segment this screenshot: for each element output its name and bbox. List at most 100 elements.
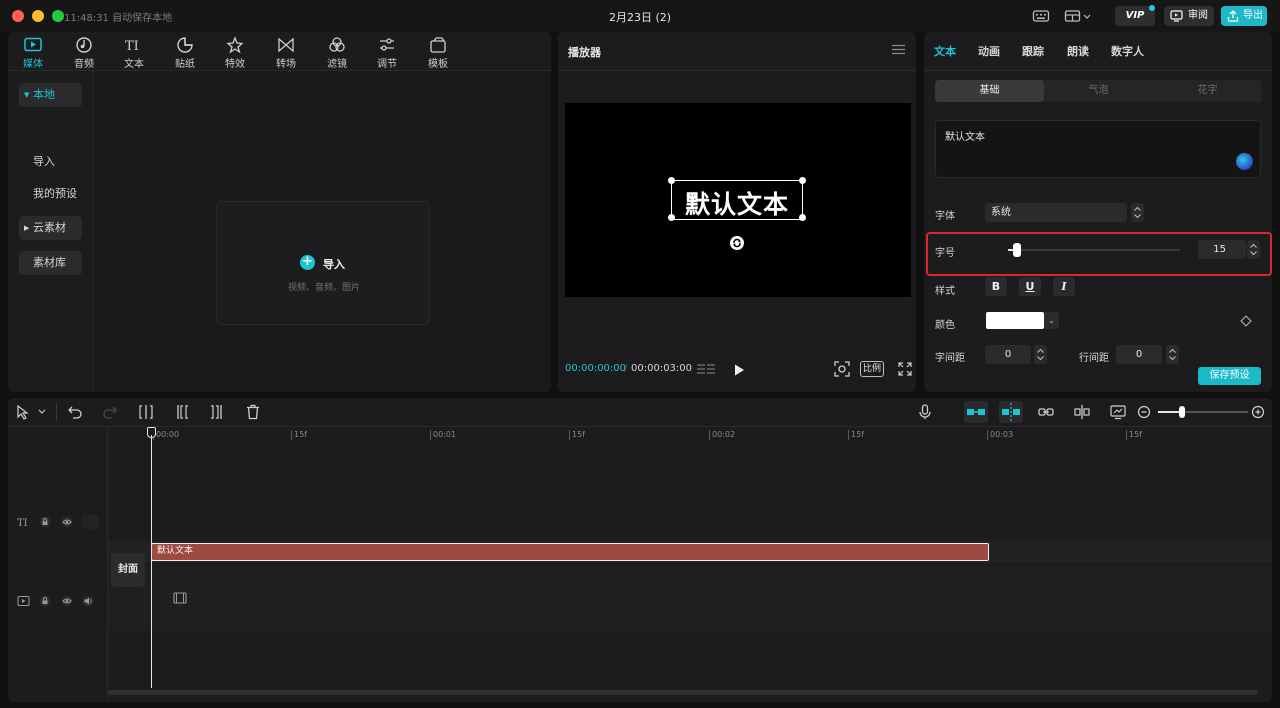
fit-timeline-icon[interactable] — [1110, 404, 1126, 420]
play-button[interactable] — [733, 363, 745, 380]
segment-bubble[interactable]: 气泡 — [1044, 80, 1153, 102]
time-separator: / — [624, 363, 628, 374]
tab-text[interactable]: TI 文本 — [112, 35, 156, 70]
zoom-in-icon[interactable] — [1250, 404, 1266, 420]
timeline-tracks: 00:00 15f 00:01 15f 00:02 15f 00:03 15f … — [108, 427, 1272, 702]
media-icon — [24, 37, 42, 52]
undo-icon[interactable] — [67, 404, 83, 420]
bold-button[interactable]: B — [985, 277, 1007, 296]
lock-icon[interactable] — [39, 516, 51, 531]
redo-icon[interactable] — [102, 404, 118, 420]
text-content-input[interactable]: 默认文本 — [935, 120, 1261, 178]
template-icon — [430, 37, 446, 53]
cover-button[interactable]: 封面 — [111, 553, 145, 587]
preview-axis-icon[interactable] — [1074, 404, 1090, 420]
tab-tracking[interactable]: 跟踪 — [1022, 43, 1044, 59]
sidebar-item-my-presets[interactable]: 我的预设 — [19, 182, 82, 206]
tab-animation[interactable]: 动画 — [978, 43, 1000, 59]
tab-transition-label: 转场 — [276, 59, 296, 70]
line-spacing-stepper-icon[interactable] — [1166, 345, 1179, 364]
close-window-button[interactable] — [12, 10, 24, 22]
trim-left-icon[interactable] — [174, 404, 190, 420]
text-color-swatch[interactable] — [986, 312, 1044, 329]
select-tool-icon[interactable] — [16, 404, 46, 420]
lock-icon[interactable] — [39, 595, 51, 610]
segment-basic[interactable]: 基础 — [935, 80, 1044, 102]
font-select-chevron-icon[interactable] — [1131, 203, 1144, 222]
import-dropzone[interactable]: + 导入 视频、音频、图片 — [216, 201, 430, 325]
letter-spacing-input[interactable]: 0 — [985, 345, 1031, 364]
tab-audio[interactable]: 音频 — [62, 35, 106, 70]
auto-snap-icon[interactable] — [999, 401, 1023, 423]
tab-sticker[interactable]: 贴纸 — [163, 35, 207, 70]
save-preset-button[interactable]: 保存预设 — [1198, 367, 1261, 385]
split-icon[interactable] — [138, 404, 154, 420]
color-dropdown-chevron-icon[interactable]: ⌄ — [1044, 312, 1059, 329]
tab-template[interactable]: 模板 — [416, 35, 460, 70]
tab-filter[interactable]: 滤镜 — [315, 35, 359, 70]
zoom-slider-thumb[interactable] — [1179, 406, 1186, 418]
speaker-icon[interactable] — [82, 595, 94, 610]
zoom-out-icon[interactable] — [1136, 404, 1152, 420]
microphone-icon[interactable] — [917, 404, 933, 420]
font-select[interactable]: 系统 — [985, 203, 1127, 222]
ruler-tick: 00:03 — [987, 430, 1013, 440]
letter-spacing-stepper-icon[interactable] — [1034, 345, 1047, 364]
resize-handle-bottom-right[interactable] — [799, 214, 806, 221]
font-size-stepper-icon[interactable] — [1247, 240, 1260, 259]
preview-canvas[interactable]: 默认文本 — [565, 103, 911, 297]
maximize-window-button[interactable] — [52, 10, 64, 22]
resize-handle-bottom-left[interactable] — [668, 214, 675, 221]
playhead[interactable] — [151, 435, 152, 688]
main-track-magnet-icon[interactable] — [964, 401, 988, 423]
ai-assistant-icon[interactable] — [1236, 153, 1253, 170]
font-size-input[interactable]: 15 — [1198, 240, 1246, 259]
export-button[interactable]: 导出 — [1221, 6, 1267, 26]
fullscreen-icon[interactable] — [898, 362, 912, 379]
rotate-handle-icon[interactable] — [730, 236, 744, 250]
player-divider — [558, 70, 916, 71]
segment-fancy-text[interactable]: 花字 — [1153, 80, 1262, 102]
sidebar-item-library[interactable]: 素材库 — [19, 251, 82, 275]
keyboard-shortcuts-icon[interactable] — [1032, 8, 1050, 24]
ruler-tick: 00:00 — [153, 430, 179, 440]
svg-text:TI: TI — [17, 518, 28, 528]
minimize-window-button[interactable] — [32, 10, 44, 22]
tab-effects[interactable]: 特效 — [213, 35, 257, 70]
style-label: 样式 — [935, 286, 955, 297]
resize-handle-top-left[interactable] — [668, 177, 675, 184]
video-track-icon — [17, 595, 31, 610]
tab-adjust-label: 调节 — [377, 59, 397, 70]
title-bar: 11:48:31 自动保存本地 2月23日 (2) VIP 审阅 导出 — [0, 0, 1280, 32]
keyframe-diamond-icon[interactable] — [1240, 315, 1252, 327]
link-icon[interactable] — [1038, 404, 1054, 420]
tab-media[interactable]: 媒体 — [11, 35, 55, 70]
timeline-scrollbar[interactable] — [108, 690, 1258, 695]
sidebar-item-local[interactable]: ▼ 本地 — [19, 83, 82, 107]
font-size-slider-track[interactable] — [1008, 249, 1180, 251]
tab-transition[interactable]: 转场 — [264, 35, 308, 70]
aspect-ratio-button[interactable]: 比例 — [860, 361, 884, 377]
tab-read-aloud[interactable]: 朗读 — [1067, 43, 1089, 59]
sidebar-item-import[interactable]: 导入 — [19, 150, 82, 174]
text-clip[interactable]: 默认文本 — [151, 543, 989, 561]
review-button[interactable]: 审阅 — [1164, 6, 1214, 26]
font-size-slider-thumb[interactable] — [1012, 243, 1021, 257]
text-selection-box[interactable]: 默认文本 — [668, 177, 806, 221]
resize-handle-top-right[interactable] — [799, 177, 806, 184]
underline-button[interactable]: U — [1019, 277, 1041, 296]
eye-icon[interactable] — [61, 516, 73, 531]
hamburger-menu-icon[interactable] — [892, 44, 905, 58]
italic-button[interactable]: I — [1053, 277, 1075, 296]
layout-menu-icon[interactable] — [1064, 8, 1092, 24]
sidebar-item-cloud[interactable]: ▶ 云素材 — [19, 216, 82, 240]
trim-right-icon[interactable] — [209, 404, 225, 420]
line-spacing-input[interactable]: 0 — [1116, 345, 1162, 364]
timecode-format-icon[interactable] — [696, 362, 716, 379]
tab-text-props[interactable]: 文本 — [934, 43, 956, 59]
tab-adjust[interactable]: 调节 — [365, 35, 409, 70]
fit-view-icon[interactable] — [834, 361, 850, 380]
eye-icon[interactable] — [61, 595, 73, 610]
tab-digital-human[interactable]: 数字人 — [1111, 43, 1144, 59]
delete-icon[interactable] — [245, 404, 261, 420]
